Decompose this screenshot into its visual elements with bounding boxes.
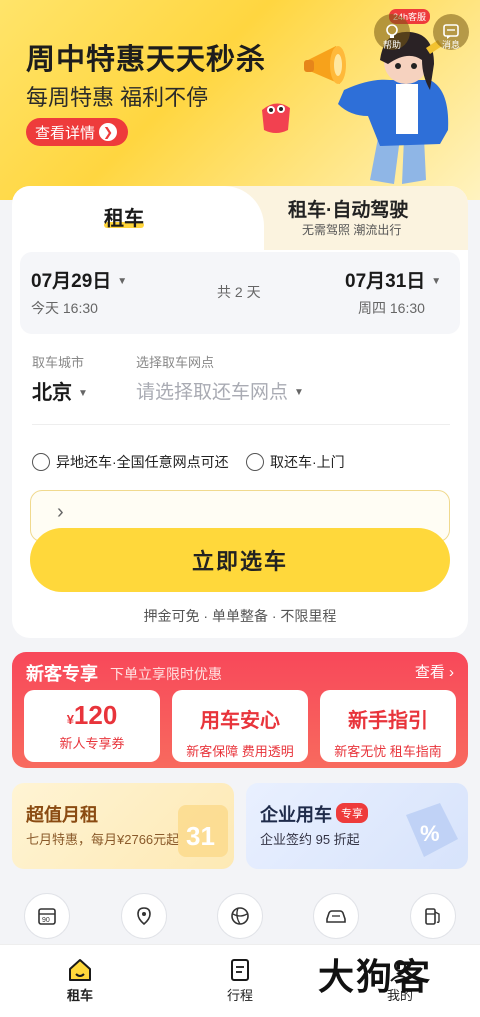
enterprise-rental-card[interactable]: 企业用车 专享 企业签约 95 折起 %	[246, 783, 468, 869]
banner-title: 周中特惠天天秒杀	[26, 44, 267, 76]
currency-symbol: ¥	[66, 712, 74, 727]
view-details-button[interactable]: 查看详情 ❯	[26, 118, 128, 146]
tab-rent[interactable]: 租车	[12, 186, 264, 250]
svg-text:90: 90	[42, 917, 50, 924]
discount-tag-icon: %	[406, 803, 458, 857]
return-date[interactable]: 07月31日 ▼	[345, 266, 441, 293]
pickup-date[interactable]: 07月29日 ▼	[31, 266, 127, 293]
banner-subtitle: 每周特惠 福利不停	[26, 85, 209, 110]
message-button[interactable]: 消息	[433, 14, 469, 50]
new-customer-subtitle: 下单立享限时优惠	[110, 666, 222, 682]
station-label: 选择取车网点	[136, 355, 215, 370]
station-selector[interactable]: 请选择取还车网点 ▼	[136, 377, 304, 404]
tab-autonomous-subtitle: 无需驾照 潮流出行	[302, 223, 402, 237]
nav-trips[interactable]: 行程	[200, 955, 280, 1004]
nav-rent[interactable]: 租车	[40, 955, 120, 1004]
door-service-option[interactable]: 取还车·上门	[246, 452, 345, 472]
monthly-desc: 七月特惠，每月¥2766元起	[26, 832, 180, 847]
view-more-label: 查看	[414, 664, 445, 681]
date-selector[interactable]: 07月29日 ▼ 今天 16:30 共 2 天 07月31日 ▼ 周四 16:30	[20, 252, 460, 334]
car-service-button[interactable]	[313, 893, 359, 939]
return-date-text: 07月31日	[345, 271, 426, 292]
diff-return-option[interactable]: 异地还车·全国任意网点可还	[32, 452, 229, 472]
return-time: 周四 16:30	[358, 300, 425, 316]
promo-banner[interactable]: 周中特惠天天秒杀 每周特惠 福利不停 查看详情 ❯ 24h客服 帮助 消息	[0, 0, 480, 200]
calendar-service-button[interactable]: 90	[24, 893, 70, 939]
city-label: 取车城市	[32, 355, 85, 370]
tab-autonomous-label: 租车·自动驾驶	[288, 200, 409, 221]
safe-rental-card[interactable]: 用车安心 新客保障 费用透明	[172, 690, 308, 762]
global-service-button[interactable]	[217, 893, 263, 939]
safe-rental-title: 用车安心	[200, 710, 280, 732]
location-service-button[interactable]	[121, 893, 167, 939]
tab-bar: 租车 租车·自动驾驶 无需驾照 潮流出行	[12, 186, 468, 250]
select-car-button[interactable]: 立即选车	[30, 528, 450, 592]
trips-document-icon	[231, 959, 249, 981]
map-pin-icon	[137, 907, 151, 926]
rental-form-card: 租车 租车·自动驾驶 无需驾照 潮流出行 07月29日 ▼ 今天 16:30 共 …	[12, 186, 468, 638]
caret-down-icon: ▼	[117, 276, 128, 288]
caret-down-icon: ▼	[78, 388, 88, 400]
radio-circle-icon	[32, 453, 50, 471]
chevron-right-icon: ❯	[99, 123, 118, 141]
chevron-right-icon: ›	[449, 664, 454, 681]
diff-return-label: 异地还车·全国任意网点可还	[56, 454, 229, 470]
caret-down-icon: ▼	[431, 276, 442, 288]
door-service-label: 取还车·上门	[270, 454, 345, 470]
monthly-rental-card[interactable]: 超值月租 七月特惠，每月¥2766元起 31	[12, 783, 234, 869]
station-placeholder: 请选择取还车网点	[136, 382, 289, 403]
globe-icon	[231, 907, 249, 925]
tab-autonomous[interactable]: 租车·自动驾驶 无需驾照 潮流出行	[264, 186, 468, 250]
enterprise-desc: 企业签约 95 折起	[260, 832, 360, 847]
coupon-amount: ¥120	[24, 700, 160, 731]
view-more-link[interactable]: 查看 ›	[415, 661, 454, 682]
view-details-label: 查看详情	[35, 124, 96, 142]
nav-trips-label: 行程	[226, 988, 253, 1003]
enterprise-title: 企业用车	[260, 805, 332, 825]
watermark-text: 大狗客	[318, 956, 433, 998]
car-icon	[326, 910, 346, 923]
radio-circle-icon	[246, 453, 264, 471]
message-label: 消息	[441, 40, 460, 50]
svg-text:%: %	[420, 821, 440, 846]
nav-rent-label: 租车	[66, 988, 93, 1003]
monthly-title: 超值月租	[26, 805, 98, 825]
calendar-decoration-icon: 31	[178, 805, 228, 857]
divider	[32, 424, 450, 425]
help-label: 帮助	[382, 40, 401, 50]
beginner-guide-card[interactable]: 新手指引 新客无忧 租车指南	[320, 690, 456, 762]
city-value: 北京	[32, 382, 72, 404]
tab-rent-label: 租车	[104, 208, 144, 230]
rent-home-icon	[69, 959, 91, 981]
beginner-guide-title: 新手指引	[348, 710, 428, 732]
chevron-right-icon: ›	[57, 501, 64, 523]
help-button[interactable]: 帮助	[374, 14, 410, 50]
coupon-card[interactable]: ¥120 新人专享券	[24, 690, 160, 762]
new-customer-section: 新客专享 下单立享限时优惠 查看 › ¥120 新人专享券 用车安心 新客保障 …	[12, 652, 468, 768]
city-selector[interactable]: 北京 ▼	[32, 376, 88, 405]
safe-rental-desc: 新客保障 费用透明	[186, 744, 294, 759]
caret-down-icon: ▼	[294, 387, 304, 399]
fuel-service-button[interactable]	[410, 893, 456, 939]
red-toy-icon	[262, 103, 290, 133]
beginner-guide-desc: 新客无忧 租车指南	[334, 744, 442, 759]
rental-duration: 共 2 天	[217, 284, 261, 300]
calendar-icon: 90	[38, 908, 56, 925]
coupon-value: 120	[73, 700, 118, 730]
coupon-desc: 新人专享券	[59, 736, 125, 751]
svg-text:31: 31	[186, 821, 215, 851]
fuel-pump-icon	[425, 908, 440, 925]
exclusive-tag: 专享	[336, 803, 368, 823]
pickup-time: 今天 16:30	[31, 300, 98, 316]
new-customer-title: 新客专享	[26, 664, 98, 684]
perks-text: 押金可免 · 单单整备 · 不限里程	[143, 608, 337, 624]
pickup-date-text: 07月29日	[31, 271, 112, 292]
